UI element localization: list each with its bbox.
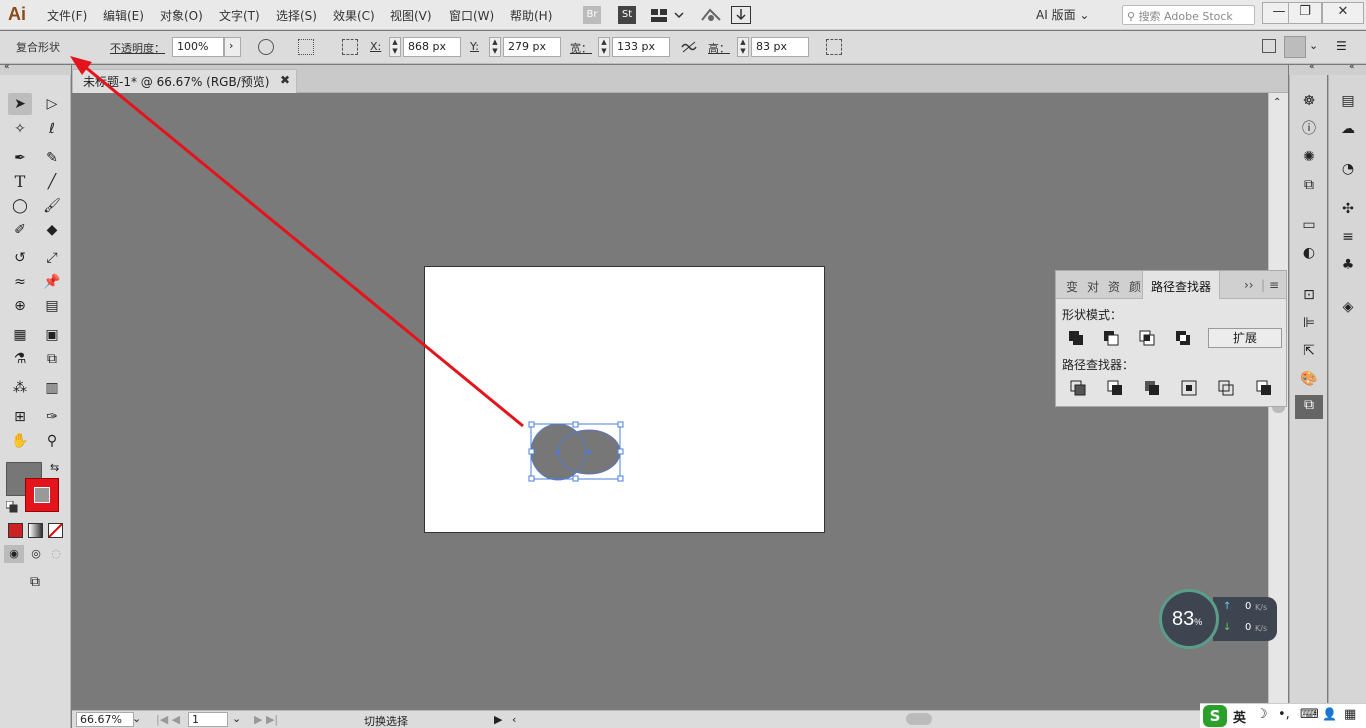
status-bar: 66.67% ⌄ |◀ ◀ 1 ⌄ ▶ ▶| 切换选择 ▶ ‹	[72, 710, 1288, 728]
scroll-up-icon[interactable]: ⌃	[1273, 97, 1281, 108]
right-dock-column-2: ▤ ☁ ◔ ✣ ≡ ♣ ◈	[1328, 75, 1366, 728]
chevron-down-icon[interactable]: ⌄	[132, 712, 141, 725]
right-dock-column-1: ☸ ⓘ ✺ ⧉ ▭ ◐ ⊡ ⊫ ⇱ 🎨 ⧉	[1289, 75, 1327, 728]
horizontal-scroll-thumb[interactable]	[906, 713, 932, 725]
transform-panel-icon[interactable]: ⧉	[1299, 175, 1319, 195]
user-icon[interactable]: 👤	[1322, 707, 1337, 721]
upload-speed: 0	[1245, 601, 1252, 612]
outline-icon[interactable]	[1216, 378, 1236, 398]
zoom-field[interactable]: 66.67%	[76, 712, 134, 727]
panel-tabs: 变 对 资 颜 路径查找器 ›› | ≡	[1056, 271, 1286, 299]
transparency-icon[interactable]: ◐	[1299, 243, 1319, 263]
scroll-left-icon[interactable]: ‹	[512, 713, 516, 726]
ime-toolbar: S 英 ☽ •, ⌨ 👤 ▦	[1200, 703, 1366, 728]
layers-icon[interactable]: ◈	[1338, 297, 1358, 317]
keyboard-icon[interactable]: ⌨	[1300, 707, 1319, 722]
artboard-number-field[interactable]: 1	[188, 712, 228, 727]
upload-unit: K/s	[1255, 603, 1268, 612]
tab-pathfinder[interactable]: 路径查找器	[1142, 271, 1221, 299]
compound-shape[interactable]	[530, 423, 621, 481]
shape-modes-label: 形状模式：	[1062, 308, 1123, 322]
libraries-icon[interactable]: ▤	[1338, 91, 1358, 111]
chevron-down-icon[interactable]: ⌄	[232, 712, 241, 725]
tab-assets[interactable]: 资	[1108, 278, 1120, 295]
tab-transform[interactable]: 变	[1066, 278, 1078, 295]
appearance-icon[interactable]: ✺	[1299, 147, 1319, 167]
net-speed-box: ↑ 0 K/s ↓ 0 K/s	[1213, 597, 1277, 641]
brushes-icon[interactable]: ✣	[1338, 199, 1358, 219]
net-usage-value: 83%	[1172, 608, 1203, 630]
sogou-logo-icon[interactable]: S	[1203, 705, 1227, 727]
symbols-icon[interactable]: ♣	[1338, 255, 1358, 275]
download-speed: 0	[1245, 622, 1252, 633]
annotation-arrow	[70, 56, 524, 428]
tab-align[interactable]: 对	[1087, 278, 1099, 295]
tool-hint: 切换选择	[364, 715, 408, 728]
info-icon[interactable]: ⓘ	[1299, 119, 1319, 139]
last-artboard-icon[interactable]: ▶ ▶|	[254, 713, 278, 726]
net-usage-ring: 83%	[1159, 589, 1219, 649]
panel-divider: |	[1261, 278, 1266, 292]
trim-icon[interactable]	[1105, 378, 1125, 398]
intersect-icon[interactable]	[1137, 328, 1157, 348]
navigator-icon[interactable]: ☸	[1299, 91, 1319, 111]
crop-icon[interactable]	[1179, 378, 1199, 398]
pathfinders-label: 路径查找器：	[1062, 358, 1135, 372]
grid-icon[interactable]: ▦	[1344, 707, 1356, 722]
panel-overflow-icon[interactable]: ››	[1244, 278, 1254, 292]
pathfinder-panel: 变 对 资 颜 路径查找器 ›› | ≡ 形状模式： 扩展 路径查找器：	[1055, 270, 1287, 407]
expand-button[interactable]: 扩展	[1208, 328, 1282, 348]
network-monitor-widget[interactable]: ↑ 0 K/s ↓ 0 K/s 83%	[1159, 589, 1277, 649]
upload-arrow-icon: ↑	[1223, 601, 1232, 612]
divide-icon[interactable]	[1068, 378, 1088, 398]
minus-front-icon[interactable]	[1101, 328, 1121, 348]
unite-icon[interactable]	[1066, 328, 1086, 348]
panel-menu-icon[interactable]: ≡	[1269, 278, 1279, 292]
exclude-icon[interactable]	[1173, 328, 1193, 348]
first-artboard-icon[interactable]: |◀ ◀	[156, 713, 180, 726]
download-arrow-icon: ↓	[1223, 622, 1232, 633]
pathfinder-panel-icon[interactable]: ⧉	[1295, 395, 1323, 419]
color-panel-icon[interactable]: ◔	[1338, 159, 1358, 179]
merge-icon[interactable]	[1142, 378, 1162, 398]
moon-icon[interactable]: ☽	[1256, 707, 1268, 722]
gradient-panel-icon[interactable]: ▭	[1299, 215, 1319, 235]
stroke-panel-icon[interactable]: ≡	[1338, 227, 1358, 247]
creative-cloud-icon[interactable]: ☁	[1338, 119, 1358, 139]
ime-language-toggle[interactable]: 英	[1233, 707, 1246, 726]
export-icon[interactable]: ⇱	[1299, 341, 1319, 361]
punctuation-icon[interactable]: •,	[1278, 707, 1290, 722]
color-guide-icon[interactable]: 🎨	[1299, 369, 1319, 389]
artboards-panel-icon[interactable]: ⊡	[1299, 285, 1319, 305]
minus-back-icon[interactable]	[1254, 378, 1274, 398]
tab-color[interactable]: 颜	[1129, 278, 1141, 295]
status-menu-icon[interactable]: ▶	[494, 713, 502, 726]
download-unit: K/s	[1255, 624, 1268, 633]
align-panel-icon[interactable]: ⊫	[1299, 313, 1319, 333]
